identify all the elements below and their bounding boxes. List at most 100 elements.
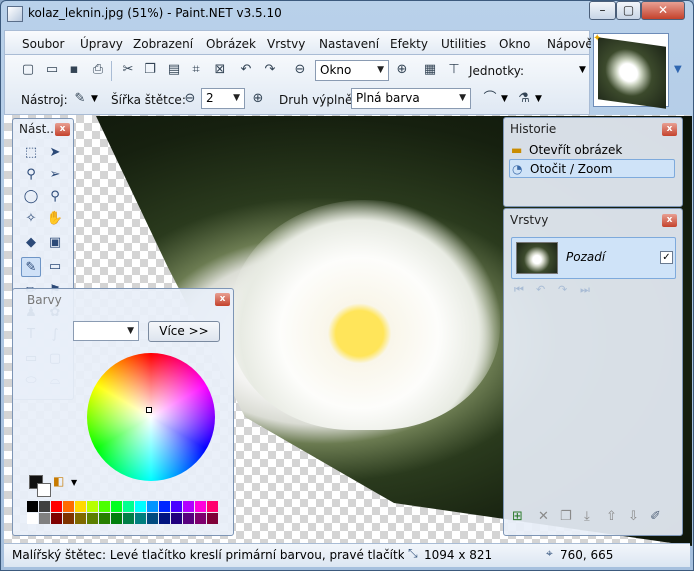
color-wheel[interactable]: [87, 353, 215, 481]
palette-swatch[interactable]: [87, 513, 98, 524]
palette-swatch[interactable]: [207, 513, 218, 524]
move-layer-up-icon[interactable]: ⇧: [606, 509, 617, 524]
menu-image[interactable]: Obrázek: [206, 37, 256, 51]
layer-visibility-checkbox[interactable]: ✓: [660, 251, 673, 264]
palette-swatch[interactable]: [87, 501, 98, 512]
scroll-down-icon[interactable]: ▼: [674, 64, 682, 75]
palette-swatch[interactable]: [39, 501, 50, 512]
palette-swatch[interactable]: [123, 501, 134, 512]
palette-dropdown-icon[interactable]: ▼: [71, 478, 77, 487]
cut-icon[interactable]: ✂: [119, 61, 137, 79]
close-icon[interactable]: x: [662, 214, 677, 227]
palette-swatch[interactable]: [207, 501, 218, 512]
brush-width-select[interactable]: 2 ▼: [201, 88, 245, 109]
menu-file[interactable]: Soubor: [22, 37, 64, 51]
palette-swatch[interactable]: [159, 501, 170, 512]
zoom-out-icon[interactable]: ⊖: [291, 61, 309, 79]
palette-swatch[interactable]: [135, 501, 146, 512]
palette-swatch[interactable]: [183, 513, 194, 524]
paintbrush-tool-icon[interactable]: ✎: [21, 257, 41, 277]
palette-menu-icon[interactable]: ◧: [53, 474, 64, 488]
menu-effects[interactable]: Efekty: [390, 37, 428, 51]
menu-help[interactable]: Nápověda: [547, 37, 591, 51]
palette-swatch[interactable]: [99, 513, 110, 524]
history-item-selected[interactable]: ◔ Otočit / Zoom: [509, 159, 675, 178]
minimize-button[interactable]: –: [589, 1, 616, 20]
menu-view[interactable]: Zobrazení: [133, 37, 193, 51]
ellipse-select-icon[interactable]: ◯: [21, 187, 41, 207]
ruler-icon[interactable]: ⊤: [445, 61, 463, 79]
paste-icon[interactable]: ▤: [165, 61, 183, 79]
pan-icon[interactable]: ✋: [45, 209, 65, 229]
units-dropdown-icon[interactable]: ▼: [579, 65, 586, 75]
menu-edit[interactable]: Úpravy: [80, 37, 123, 51]
palette-swatch[interactable]: [147, 513, 158, 524]
palette-swatch[interactable]: [111, 513, 122, 524]
save-icon[interactable]: ▪: [65, 61, 83, 79]
deselect-icon[interactable]: ⊠: [211, 61, 229, 79]
gradient-icon[interactable]: ▣: [45, 233, 65, 253]
decrease-width-icon[interactable]: ⊖: [181, 90, 199, 108]
move-layer-down-icon[interactable]: ⇩: [628, 509, 639, 524]
paint-bucket-icon[interactable]: ◆: [21, 233, 41, 253]
merge-layer-icon[interactable]: ⤓: [584, 509, 590, 524]
grid-icon[interactable]: ▦: [421, 61, 439, 79]
close-icon[interactable]: x: [215, 293, 230, 306]
palette-swatch[interactable]: [75, 501, 86, 512]
zoom-select[interactable]: Okno ▼: [315, 60, 389, 81]
move-selected-icon[interactable]: ➢: [45, 165, 65, 185]
layer-properties-icon[interactable]: ✐: [650, 509, 661, 524]
palette-swatch[interactable]: [27, 513, 38, 524]
open-file-icon[interactable]: ▭: [43, 61, 61, 79]
eraser-icon[interactable]: ▭: [45, 257, 65, 277]
move-selection-icon[interactable]: ➤: [45, 143, 65, 163]
new-file-icon[interactable]: ▢: [19, 61, 37, 79]
zoom-in-icon[interactable]: ⊕: [393, 61, 411, 79]
crop-icon[interactable]: ⌗: [187, 61, 205, 79]
menu-adjustments[interactable]: Nastavení: [319, 37, 379, 51]
blend-dropdown-icon[interactable]: ▼: [535, 94, 542, 104]
tool-dropdown-icon[interactable]: ▼: [91, 94, 98, 104]
close-icon[interactable]: x: [662, 123, 677, 136]
magic-wand-icon[interactable]: ✧: [21, 209, 41, 229]
redo-icon[interactable]: ↷: [261, 61, 279, 79]
blend-mode-icon[interactable]: ⚗: [515, 90, 533, 108]
color-wheel-cursor[interactable]: [146, 407, 152, 413]
color-palette[interactable]: [27, 501, 219, 525]
history-item[interactable]: ▬ Otevřít obrázek: [509, 141, 675, 160]
palette-swatch[interactable]: [75, 513, 86, 524]
palette-swatch[interactable]: [27, 501, 38, 512]
undo-icon[interactable]: ↶: [237, 61, 255, 79]
increase-width-icon[interactable]: ⊕: [249, 90, 267, 108]
print-icon[interactable]: ⎙: [89, 61, 107, 79]
palette-swatch[interactable]: [159, 513, 170, 524]
paintbrush-icon[interactable]: ✎: [71, 90, 89, 108]
more-colors-button[interactable]: Více >>: [148, 321, 220, 342]
palette-swatch[interactable]: [195, 501, 206, 512]
menu-layers[interactable]: Vrstvy: [267, 37, 305, 51]
close-button[interactable]: ✕: [641, 1, 685, 20]
palette-swatch[interactable]: [171, 501, 182, 512]
menu-utilities[interactable]: Utilities: [441, 37, 486, 51]
palette-swatch[interactable]: [63, 513, 74, 524]
palette-swatch[interactable]: [183, 501, 194, 512]
layer-row[interactable]: Pozadí ✓: [511, 237, 676, 279]
secondary-color-swatch[interactable]: [37, 483, 51, 497]
rectangle-select-icon[interactable]: ⬚: [21, 143, 41, 163]
copy-icon[interactable]: ❐: [141, 61, 159, 79]
antialias-dropdown-icon[interactable]: ▼: [501, 94, 508, 104]
palette-swatch[interactable]: [171, 513, 182, 524]
palette-swatch[interactable]: [99, 501, 110, 512]
palette-swatch[interactable]: [111, 501, 122, 512]
palette-swatch[interactable]: [123, 513, 134, 524]
add-layer-icon[interactable]: ⊞: [512, 509, 523, 524]
palette-swatch[interactable]: [39, 513, 50, 524]
maximize-button[interactable]: ▢: [616, 1, 641, 20]
antialiasing-icon[interactable]: ⌒: [481, 90, 499, 108]
palette-swatch[interactable]: [147, 501, 158, 512]
delete-layer-icon[interactable]: ✕: [538, 509, 549, 524]
duplicate-layer-icon[interactable]: ❐: [560, 509, 572, 524]
close-icon[interactable]: x: [55, 123, 70, 136]
palette-swatch[interactable]: [51, 501, 62, 512]
menu-window[interactable]: Okno: [499, 37, 530, 51]
